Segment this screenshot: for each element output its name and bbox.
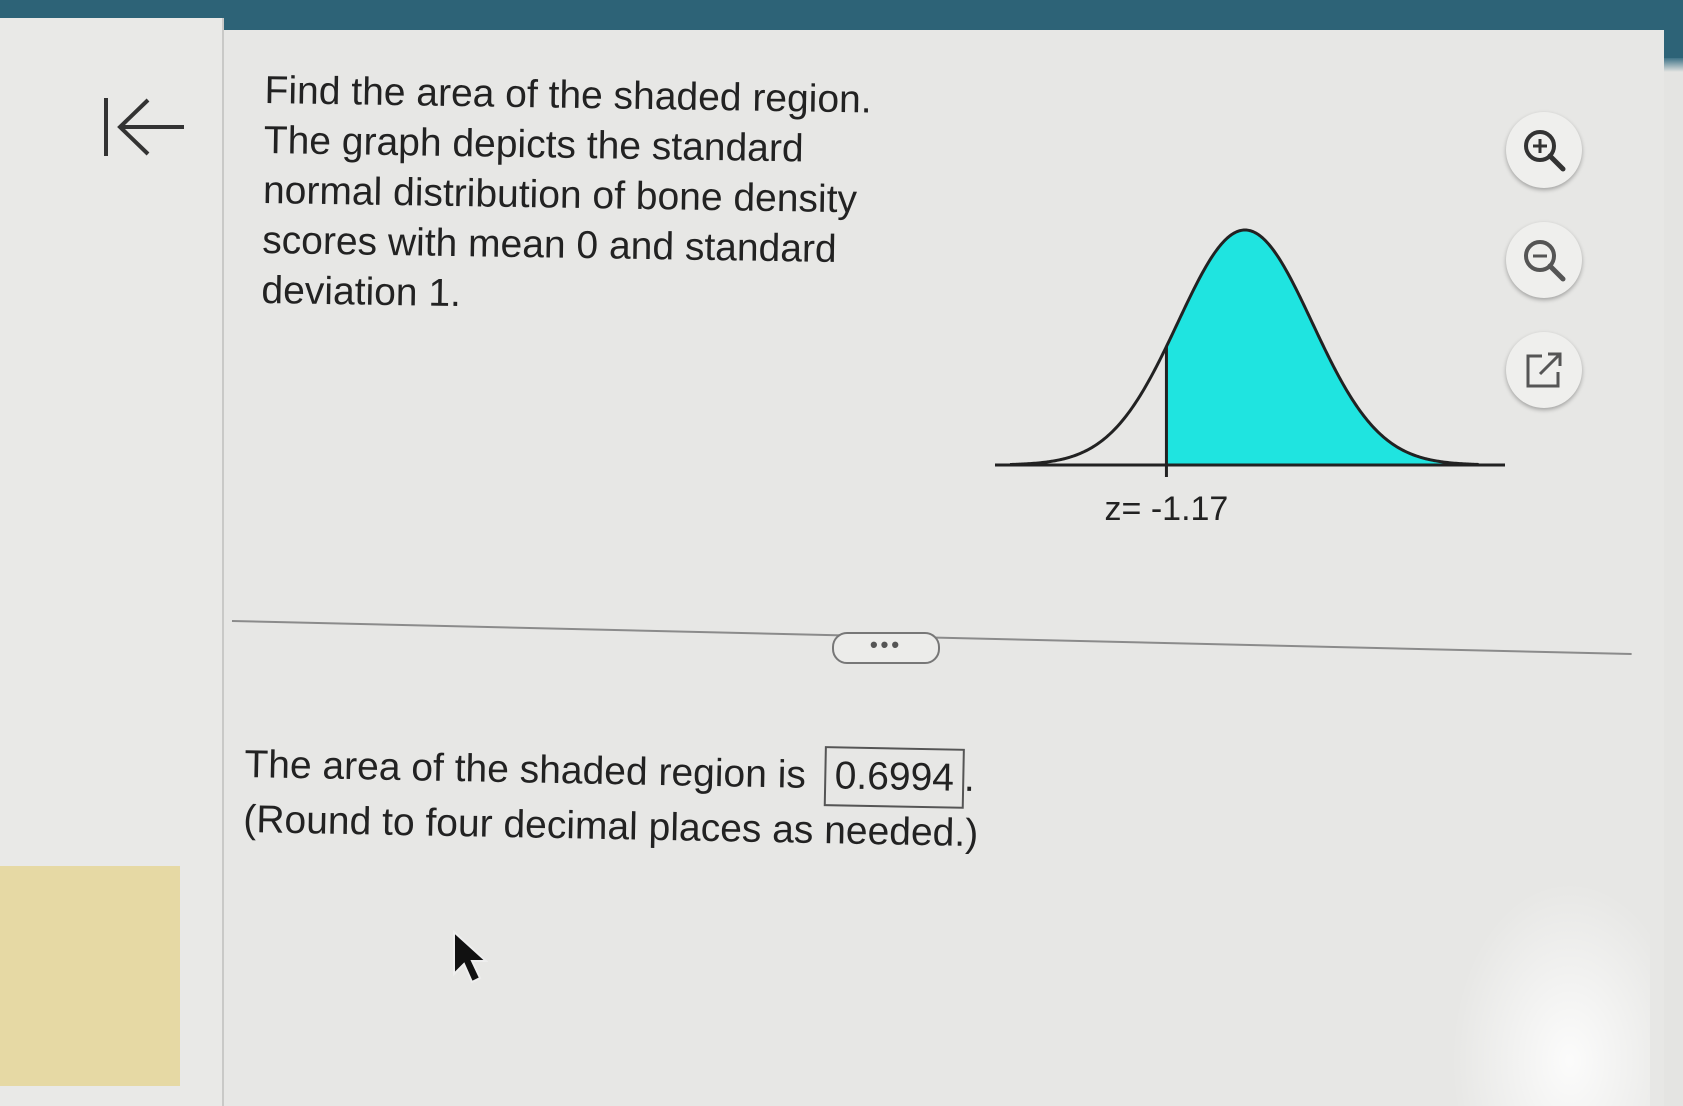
- external-link-icon: [1526, 352, 1562, 388]
- question-text: Find the area of the shaded region. The …: [261, 66, 965, 327]
- screen-glare: [1450, 880, 1650, 1106]
- z-tick-label: z= -1.17: [1105, 490, 1229, 528]
- normal-distribution-chart: z= -1.17: [995, 228, 1505, 528]
- answer-section: The area of the shaded region is 0.6994.…: [243, 735, 1145, 862]
- sticky-note: [0, 866, 180, 1086]
- answer-suffix: .: [963, 756, 976, 801]
- open-new-window-button[interactable]: [1506, 332, 1582, 408]
- zoom-in-icon: [1524, 130, 1566, 172]
- answer-prefix: The area of the shaded region is: [244, 742, 807, 797]
- zoom-out-icon: [1524, 240, 1566, 282]
- answer-box[interactable]: 0.6994: [824, 746, 965, 809]
- zoom-in-button[interactable]: [1506, 112, 1582, 188]
- more-options-button[interactable]: •••: [832, 632, 940, 664]
- zoom-out-button[interactable]: [1506, 222, 1582, 298]
- back-to-start-button[interactable]: [100, 92, 190, 162]
- back-arrow-icon: [104, 98, 184, 156]
- mouse-cursor-icon: [453, 930, 488, 984]
